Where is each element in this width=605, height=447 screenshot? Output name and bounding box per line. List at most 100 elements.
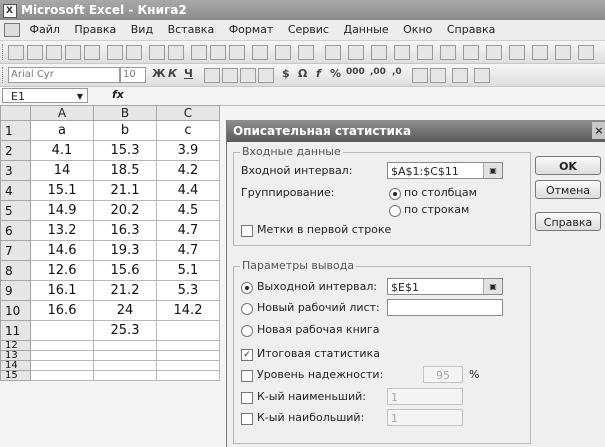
range-picker-icon[interactable]: ▣ — [483, 163, 502, 178]
kth-largest-checkbox[interactable] — [241, 413, 253, 425]
cell[interactable]: 3.9 — [156, 140, 220, 161]
cell[interactable]: 14.9 — [30, 200, 94, 221]
cell[interactable] — [30, 320, 94, 341]
undo-icon[interactable] — [275, 45, 291, 60]
help-icon[interactable] — [486, 45, 502, 60]
row-header[interactable]: 6 — [0, 220, 31, 241]
cell[interactable] — [30, 350, 94, 361]
row-header[interactable]: 11 — [0, 320, 31, 341]
cell[interactable]: 5.1 — [156, 260, 220, 281]
range-picker-icon[interactable]: ▣ — [483, 279, 502, 294]
cell[interactable]: 16.6 — [30, 300, 94, 321]
cell[interactable]: 25.3 — [93, 320, 157, 341]
percent-icon[interactable]: % — [330, 67, 341, 80]
row-header[interactable]: 3 — [0, 160, 31, 181]
column-header[interactable]: A — [30, 105, 94, 121]
permission-icon[interactable] — [65, 45, 81, 60]
cell[interactable]: c — [156, 120, 220, 141]
cell[interactable] — [93, 350, 157, 361]
cell[interactable]: 5.3 — [156, 280, 220, 301]
font-color-icon[interactable] — [578, 45, 594, 60]
row-header[interactable]: 2 — [0, 140, 31, 161]
fx-icon[interactable]: f — [316, 67, 321, 80]
row-header[interactable]: 10 — [0, 300, 31, 321]
cell[interactable] — [156, 340, 220, 351]
bold-icon[interactable]: Ж — [152, 67, 165, 80]
decrease-decimal-icon[interactable]: ,0 — [392, 67, 402, 77]
row-header[interactable]: 7 — [0, 240, 31, 261]
menu-file[interactable]: Файл — [30, 23, 60, 36]
cell[interactable]: 4.7 — [156, 220, 220, 241]
merge-center-icon[interactable] — [258, 68, 274, 83]
confidence-field[interactable]: 95 — [423, 366, 463, 383]
by-columns-radio[interactable] — [389, 188, 401, 200]
borders-format-icon[interactable] — [452, 68, 468, 83]
cell[interactable] — [156, 360, 220, 371]
cell[interactable]: 4.2 — [156, 160, 220, 181]
research-icon[interactable] — [168, 45, 184, 60]
format-painter-icon[interactable] — [252, 45, 268, 60]
open-icon[interactable] — [27, 45, 43, 60]
cell[interactable]: 15.6 — [93, 260, 157, 281]
by-rows-radio[interactable] — [389, 205, 401, 217]
insert-function-icon[interactable]: fx — [112, 88, 124, 101]
spelling-icon[interactable] — [149, 45, 165, 60]
cell[interactable]: 4.4 — [156, 180, 220, 201]
toolbar-grip[interactable] — [2, 44, 5, 60]
comma-style-icon[interactable]: 000 — [346, 67, 365, 77]
ok-button[interactable]: OK — [535, 156, 601, 175]
sort-descending-icon[interactable] — [394, 45, 410, 60]
workbook-icon[interactable] — [4, 23, 20, 37]
name-box[interactable]: E1 ▼ — [2, 88, 88, 103]
cell[interactable] — [30, 360, 94, 371]
fill-icon[interactable] — [474, 68, 490, 83]
chevron-down-icon[interactable]: ▼ — [77, 89, 83, 104]
close-icon[interactable]: × — [592, 122, 605, 139]
sort-ascending-icon[interactable] — [371, 45, 387, 60]
cell[interactable]: 24 — [93, 300, 157, 321]
cell[interactable]: 12.6 — [30, 260, 94, 281]
increase-indent-icon[interactable] — [430, 68, 446, 83]
row-header[interactable]: 1 — [0, 120, 31, 141]
redo-icon[interactable] — [298, 45, 314, 60]
kth-largest-field[interactable]: 1 — [387, 409, 463, 426]
italic-icon[interactable]: К — [168, 67, 177, 80]
drawing-icon[interactable] — [440, 45, 456, 60]
summary-stats-checkbox[interactable]: ✓ — [241, 349, 253, 361]
cell[interactable] — [30, 370, 94, 381]
copy-icon[interactable] — [210, 45, 226, 60]
menu-format[interactable]: Формат — [229, 23, 274, 36]
row-header[interactable]: 8 — [0, 260, 31, 281]
menu-data[interactable]: Данные — [343, 23, 388, 36]
new-icon[interactable] — [8, 45, 24, 60]
cell[interactable]: 4.1 — [30, 140, 94, 161]
cell[interactable]: 18.5 — [93, 160, 157, 181]
new-sheet-field[interactable] — [387, 299, 503, 316]
cell[interactable] — [93, 370, 157, 381]
cell[interactable]: 14.6 — [30, 240, 94, 261]
menu-tools[interactable]: Сервис — [288, 23, 329, 36]
decrease-indent-icon[interactable] — [412, 68, 428, 83]
hyperlink-icon[interactable] — [325, 45, 341, 60]
row-header[interactable]: 5 — [0, 200, 31, 221]
cell[interactable] — [156, 350, 220, 361]
menu-view[interactable]: Вид — [131, 23, 153, 36]
menu-insert[interactable]: Вставка — [168, 23, 215, 36]
cell[interactable] — [156, 320, 220, 341]
dialog-title-bar[interactable]: Описательная статистика × — [227, 120, 605, 142]
print-preview-icon[interactable] — [126, 45, 142, 60]
align-right-icon[interactable] — [240, 68, 256, 83]
print-icon[interactable] — [107, 45, 123, 60]
zoom-icon[interactable] — [463, 45, 479, 60]
row-header[interactable]: 12 — [0, 340, 31, 351]
cell[interactable] — [93, 340, 157, 351]
cell[interactable]: 16.1 — [30, 280, 94, 301]
cell[interactable]: b — [93, 120, 157, 141]
merge-icon[interactable] — [509, 45, 525, 60]
fill-color-icon[interactable] — [555, 45, 571, 60]
euro-icon[interactable]: Ω — [298, 67, 307, 80]
chart-wizard-icon[interactable] — [417, 45, 433, 60]
kth-smallest-field[interactable]: 1 — [387, 388, 463, 405]
underline-icon[interactable]: Ч — [184, 67, 193, 80]
cell[interactable]: 21.1 — [93, 180, 157, 201]
